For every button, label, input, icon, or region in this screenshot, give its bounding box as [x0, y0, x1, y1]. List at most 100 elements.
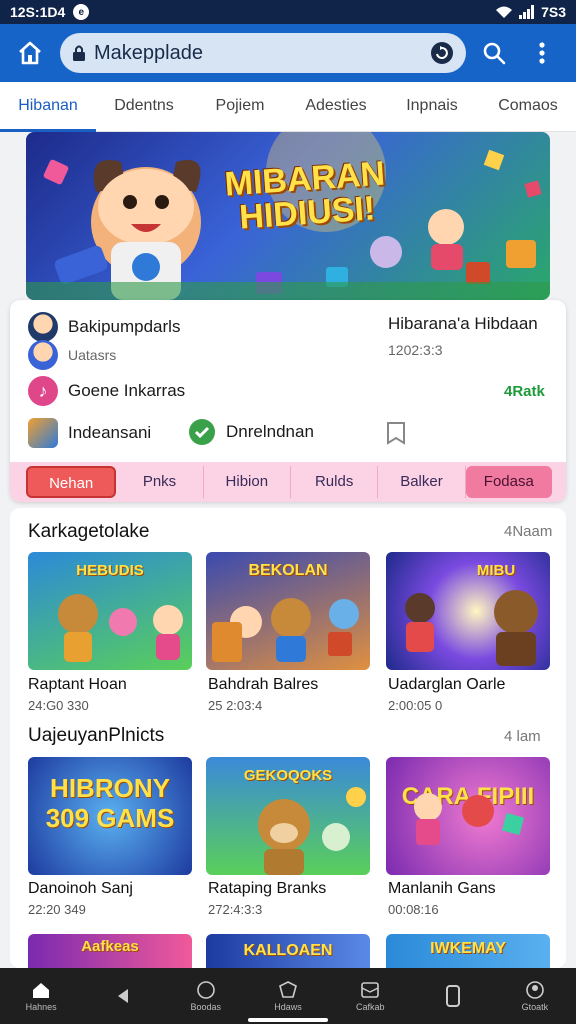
profile-icon — [526, 980, 544, 999]
more-vertical-icon — [539, 42, 545, 64]
game-thumbnail[interactable]: CARA FIPIII — [386, 757, 550, 875]
shield-check-icon — [189, 419, 215, 445]
bookmark-icon[interactable] — [384, 420, 408, 446]
game-title[interactable]: Bahdrah Balres — [208, 676, 318, 694]
nav-gtoatk[interactable]: Gtoatk — [494, 980, 576, 1012]
section-more-link[interactable]: 4 lam — [504, 728, 541, 745]
url-text: Makepplade — [94, 41, 203, 64]
gamepad-icon — [196, 980, 215, 999]
music-icon: ♪ — [28, 376, 58, 406]
tab-adesties[interactable]: Adesties — [288, 82, 384, 132]
banner-title: MIBARAN HIDIUSI! — [223, 154, 387, 237]
section-title: UajeuyanPlnicts — [28, 725, 165, 746]
notification-icon: e — [73, 4, 90, 20]
nav-label: Gtoatk — [521, 1001, 549, 1012]
avatar — [28, 312, 58, 342]
category-filter-bar: Nehan Pnks Hibion Rulds Balker Fodasa — [10, 462, 566, 502]
address-bar[interactable]: Makepplade — [60, 33, 466, 73]
shield-icon — [279, 980, 297, 998]
refresh-icon[interactable] — [430, 41, 454, 65]
category-pnks[interactable]: Pnks — [116, 466, 204, 498]
home-icon — [33, 982, 50, 998]
game-thumbnail[interactable]: HEBUDIS — [28, 552, 192, 670]
game-art — [258, 787, 366, 875]
game-thumbnail[interactable]: IWKEMAY — [386, 934, 550, 968]
nav-device[interactable] — [411, 985, 493, 1007]
section-more-link[interactable]: 4Naam — [504, 523, 552, 540]
lock-icon — [73, 45, 85, 61]
game-meta: 272:4:3:3 — [208, 902, 263, 917]
game-art — [58, 594, 183, 662]
game-thumbnail[interactable]: KALLOAEN — [206, 934, 370, 968]
nav-back[interactable] — [82, 987, 164, 1005]
info-right-date: 1202:3:3 — [388, 342, 443, 358]
search-button[interactable] — [474, 33, 514, 73]
category-nehan[interactable]: Nehan — [26, 466, 117, 498]
bottom-navigation: Hahnes Boodas Hdaws Cafkab Gtoatk — [0, 968, 576, 1024]
info-row2-label[interactable]: Goene Inkarras — [68, 381, 185, 401]
home-icon — [19, 41, 41, 65]
thumbnail-label: HIBRONY 309 GAMS — [45, 773, 175, 833]
status-time: 12S:1D4 — [10, 4, 66, 20]
info-row3-item2[interactable]: Dnrelndnan — [226, 422, 314, 442]
game-title[interactable]: Danoinoh Sanj — [28, 880, 133, 898]
avatar-secondary — [28, 340, 58, 370]
category-hibion[interactable]: Hibion — [204, 466, 291, 498]
game-thumbnail[interactable]: MIBU — [386, 552, 550, 670]
game-meta: 24:G0 330 — [28, 698, 89, 713]
games-section: Karkagetolake 4Naam HEBUDIS Raptant Hoan… — [10, 508, 566, 968]
game-thumbnail[interactable]: HIBRONY 309 GAMS — [28, 757, 192, 875]
game-meta: 22:20 349 — [28, 902, 86, 917]
nav-home[interactable]: Hahnes — [0, 981, 82, 1012]
info-row3-item1[interactable]: Indeansani — [68, 423, 151, 443]
game-title[interactable]: Raptant Hoan — [28, 676, 127, 694]
status-bar: 12S:1D4 e 7S3 — [0, 0, 576, 24]
game-thumbnail[interactable]: BEKOLAN — [206, 552, 370, 670]
inbox-icon — [361, 981, 380, 998]
tab-comaos[interactable]: Comaos — [480, 82, 576, 132]
category-rulds[interactable]: Rulds — [291, 466, 379, 498]
game-art — [414, 793, 525, 845]
game-thumbnail[interactable]: GEKOQOKS — [206, 757, 370, 875]
game-art — [405, 590, 538, 666]
game-title[interactable]: Manlanih Gans — [388, 880, 496, 898]
nav-hdaws[interactable]: Hdaws — [247, 980, 329, 1012]
search-icon — [483, 42, 506, 65]
gesture-bar[interactable] — [248, 1018, 328, 1022]
game-meta: 00:08:16 — [388, 902, 439, 917]
section-title: Karkagetolake — [28, 521, 150, 542]
game-art — [212, 598, 359, 662]
battery-level: 7S3 — [541, 4, 566, 20]
back-icon — [118, 989, 129, 1003]
home-button[interactable] — [10, 33, 50, 73]
nav-cafkab[interactable]: Cafkab — [329, 981, 411, 1012]
category-tabs: Hibanan Ddentns Pojiem Adesties Inpnais … — [0, 82, 576, 132]
promo-banner[interactable]: MIBARAN HIDIUSI! — [26, 132, 550, 300]
category-balker[interactable]: Balker — [378, 466, 466, 498]
nav-boodas[interactable]: Boodas — [165, 980, 247, 1012]
publisher-sub: Uatasrs — [68, 347, 117, 363]
signal-icon — [519, 5, 535, 19]
wifi-icon — [496, 6, 513, 18]
tab-pojiem[interactable]: Pojiem — [192, 82, 288, 132]
more-menu-button[interactable] — [522, 33, 562, 73]
game-thumbnail[interactable]: Aafkeas — [28, 934, 192, 968]
thumbnail-label: Aafkeas — [81, 938, 139, 955]
tab-hibanan[interactable]: Hibanan — [0, 82, 96, 132]
game-title[interactable]: Rataping Branks — [208, 880, 326, 898]
game-title[interactable]: Uadarglan Oarle — [388, 676, 505, 694]
tab-ddentns[interactable]: Ddentns — [96, 82, 192, 132]
game-meta: 2:00:05 0 — [388, 698, 443, 713]
puzzle-icon — [28, 418, 58, 448]
publisher-name[interactable]: Bakipumpdarls — [68, 317, 180, 337]
category-fodasa[interactable]: Fodasa — [465, 466, 552, 498]
tab-inpnais[interactable]: Inpnais — [384, 82, 480, 132]
rating-value: 4Ratk — [504, 383, 545, 400]
browser-toolbar: Makepplade — [0, 24, 576, 82]
nav-label: Boodas — [190, 1001, 221, 1012]
info-right-title: Hibarana'a Hibdaan — [388, 314, 538, 333]
thumbnail-label: KALLOAEN — [243, 942, 333, 959]
nav-label: Hdaws — [274, 1001, 302, 1012]
thumbnail-label: IWKEMAY — [430, 940, 506, 957]
game-meta: 25 2:03:4 — [208, 698, 263, 713]
